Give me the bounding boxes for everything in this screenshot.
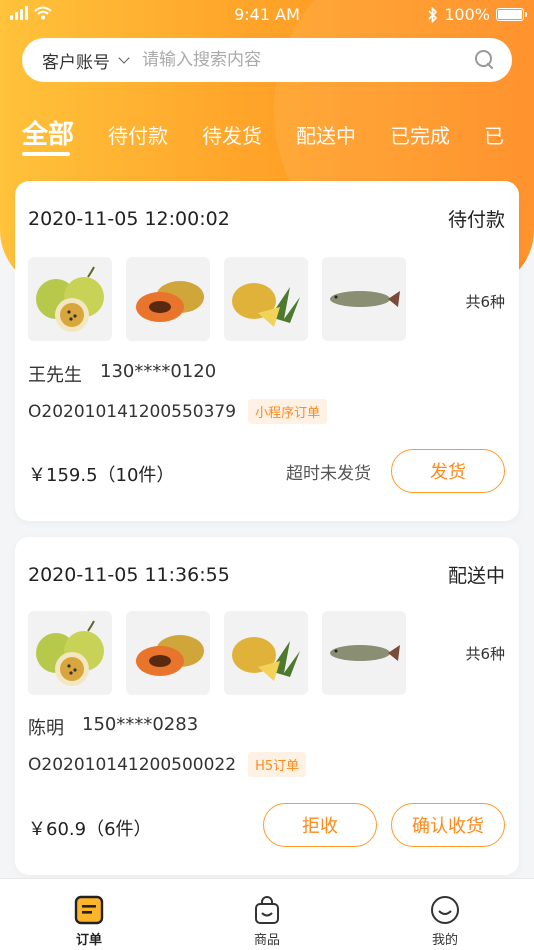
bluetooth-icon — [428, 6, 438, 23]
tab-delivering[interactable]: 配送中 — [296, 112, 356, 162]
order-status: 配送中 — [447, 565, 505, 587]
tabbar-item-orders[interactable]: 订单 — [29, 879, 149, 950]
product-thumbnails — [28, 257, 406, 341]
battery-icon — [496, 8, 527, 21]
pineapple-image — [224, 257, 308, 341]
customer-name: 陈明 — [28, 718, 64, 739]
search-type-dropdown[interactable]: 客户账号 — [42, 48, 134, 73]
tabbar-label: 我的 — [431, 933, 458, 948]
product-kind-count: 共6种 — [465, 293, 505, 311]
pineapple-image — [224, 611, 308, 695]
order-status: 待付款 — [447, 209, 505, 231]
tab-pending-shipment[interactable]: 待发货 — [202, 112, 262, 162]
order-icon — [74, 895, 104, 925]
order-source-badge: H5订单 — [248, 752, 307, 777]
reject-button[interactable]: 拒收 — [263, 803, 377, 847]
customer-phone: 130****0120 — [100, 361, 217, 382]
order-source-badge: 小程序订单 — [248, 399, 328, 424]
status-bar: 9:41 AM 100% — [0, 0, 534, 30]
tab-more[interactable]: 已 — [484, 112, 504, 162]
tabbar-item-mine[interactable]: 我的 — [385, 879, 505, 950]
order-card[interactable]: 2020-11-05 11:36:55 配送中 共6种 陈明 150****02… — [15, 537, 519, 875]
bottom-tab-bar: 订单 商品 我的 — [0, 878, 534, 950]
search-input[interactable] — [142, 50, 474, 70]
order-number: O202010141200500022 — [28, 754, 237, 775]
papaya-image — [126, 257, 210, 341]
order-card[interactable]: 2020-11-05 12:00:02 待付款 共6种 王先生 130****0… — [15, 181, 519, 521]
order-price: ￥60.9（6件） — [28, 819, 152, 840]
passion-fruit-image — [28, 611, 112, 695]
order-status-tabs: 全部 待付款 待发货 配送中 已完成 已 — [22, 112, 534, 162]
active-tab-indicator — [22, 152, 70, 156]
confirm-receipt-button[interactable]: 确认收货 — [391, 803, 505, 847]
tab-all[interactable]: 全部 — [22, 112, 74, 162]
customer-phone: 150****0283 — [82, 714, 199, 735]
product-thumbnails — [28, 611, 406, 695]
ship-button[interactable]: 发货 — [391, 449, 505, 493]
tabbar-label: 商品 — [253, 933, 280, 948]
tab-pending-payment[interactable]: 待付款 — [108, 112, 168, 162]
tabbar-label: 订单 — [75, 933, 102, 948]
order-price: ￥159.5（10件） — [28, 465, 175, 486]
smile-icon — [431, 896, 459, 924]
tab-completed[interactable]: 已完成 — [390, 112, 450, 162]
order-time: 2020-11-05 11:36:55 — [28, 563, 230, 586]
order-time: 2020-11-05 12:00:02 — [28, 207, 230, 230]
product-kind-count: 共6种 — [465, 645, 505, 663]
bag-icon — [255, 896, 279, 924]
tab-label: 全部 — [22, 120, 75, 150]
passion-fruit-image — [28, 257, 112, 341]
search-bar: 客户账号 — [22, 38, 512, 82]
tabbar-item-products[interactable]: 商品 — [207, 879, 327, 950]
fish-image — [322, 611, 406, 695]
chevron-down-icon — [118, 52, 130, 64]
overdue-notice: 超时未发货 — [286, 463, 371, 484]
fish-image — [322, 257, 406, 341]
papaya-image — [126, 611, 210, 695]
search-type-label: 客户账号 — [42, 52, 110, 73]
order-number: O202010141200550379 — [28, 401, 237, 422]
customer-name: 王先生 — [28, 365, 82, 386]
battery-percent: 100% — [444, 5, 490, 24]
search-icon[interactable] — [474, 49, 496, 71]
